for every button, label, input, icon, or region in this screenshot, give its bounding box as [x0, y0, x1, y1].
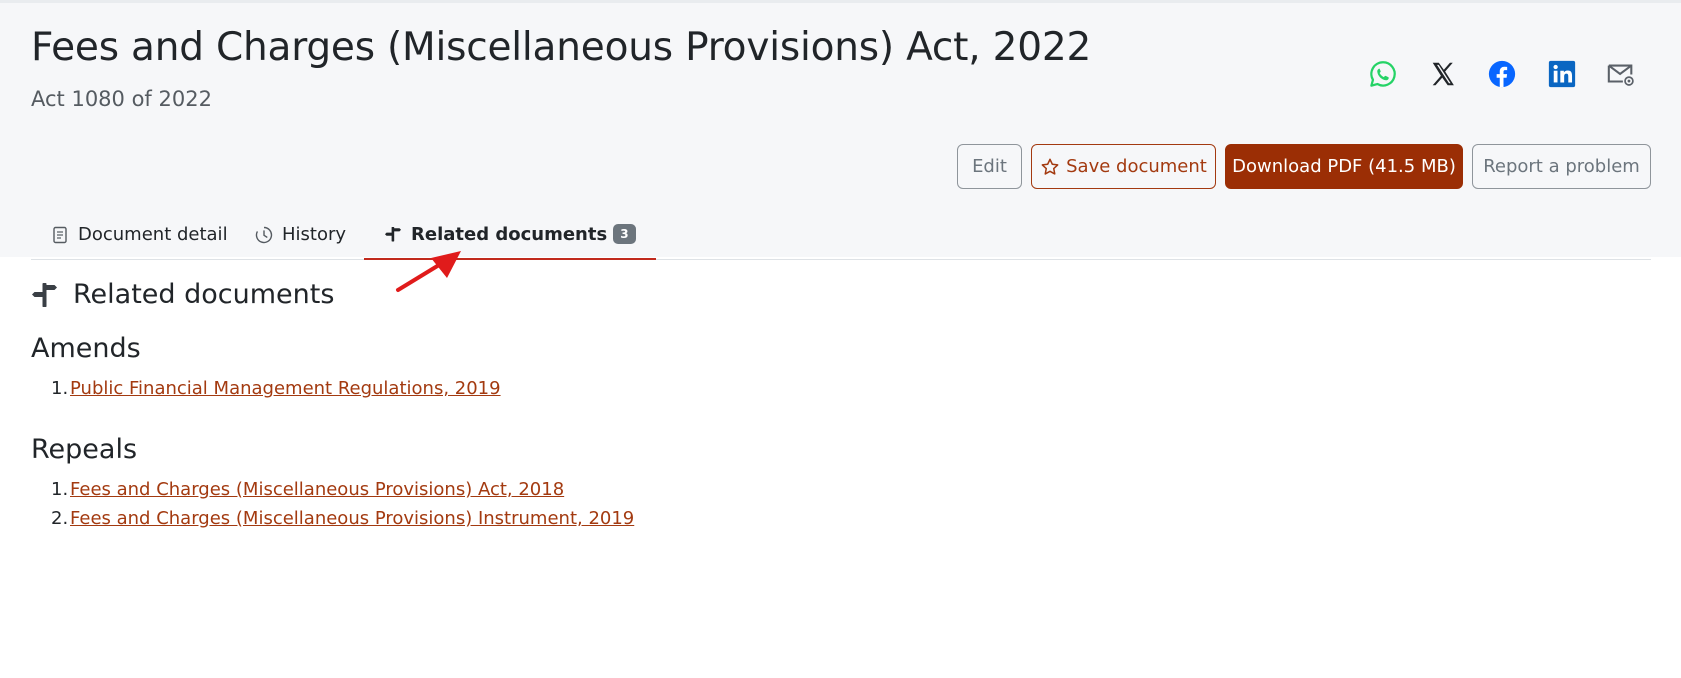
- amends-list: 1. Public Financial Management Regulatio…: [51, 374, 501, 403]
- facebook-icon: [1488, 60, 1516, 88]
- list-item: 1. Public Financial Management Regulatio…: [51, 374, 501, 403]
- list-item-number: 2.: [51, 508, 69, 529]
- signpost-icon: [32, 282, 57, 307]
- linkedin-icon: [1548, 60, 1576, 88]
- report-problem-button[interactable]: Report a problem: [1472, 144, 1651, 189]
- save-document-label: Save document: [1066, 156, 1207, 177]
- annotation-arrow: [396, 251, 461, 292]
- page-title: Fees and Charges (Miscellaneous Provisio…: [31, 25, 1092, 70]
- email-icon: [1607, 64, 1634, 86]
- document-header: Fees and Charges (Miscellaneous Provisio…: [0, 3, 1681, 260]
- repeals-list: 1. Fees and Charges (Miscellaneous Provi…: [51, 475, 634, 533]
- list-item: 1. Fees and Charges (Miscellaneous Provi…: [51, 475, 634, 504]
- tab-history-label: History: [282, 224, 347, 245]
- edit-button[interactable]: Edit: [957, 144, 1022, 189]
- clock-icon: [255, 226, 273, 243]
- star-icon: [1041, 158, 1059, 175]
- amended-document-link[interactable]: Public Financial Management Regulations,…: [70, 374, 501, 403]
- list-item-number: 1.: [51, 378, 69, 399]
- whatsapp-share-button[interactable]: [1367, 58, 1399, 90]
- document-tabs: Document detail History Related document…: [31, 210, 1651, 260]
- tab-history[interactable]: History: [255, 210, 346, 259]
- linkedin-share-button[interactable]: [1546, 58, 1578, 90]
- tab-related-documents-label: Related documents: [411, 223, 608, 245]
- download-pdf-button[interactable]: Download PDF (41.5 MB): [1225, 144, 1463, 189]
- repealed-document-link[interactable]: Fees and Charges (Miscellaneous Provisio…: [70, 504, 634, 533]
- amends-heading: Amends: [31, 333, 141, 364]
- save-document-button[interactable]: Save document: [1031, 144, 1216, 189]
- tab-document-detail-label: Document detail: [78, 224, 228, 245]
- document-icon: [53, 226, 67, 243]
- repeals-heading: Repeals: [31, 434, 138, 465]
- related-documents-section-header: Related documents: [31, 279, 334, 310]
- facebook-share-button[interactable]: [1486, 58, 1518, 90]
- list-item: 2. Fees and Charges (Miscellaneous Provi…: [51, 504, 634, 533]
- page-subtitle: Act 1080 of 2022: [31, 87, 212, 111]
- related-count-badge: 3: [613, 224, 636, 244]
- whatsapp-icon: [1370, 61, 1396, 87]
- related-documents-heading: Related documents: [73, 279, 335, 310]
- signpost-icon: [385, 227, 401, 242]
- email-share-button[interactable]: [1605, 58, 1637, 90]
- list-item-number: 1.: [51, 479, 69, 500]
- repealed-document-link[interactable]: Fees and Charges (Miscellaneous Provisio…: [70, 475, 564, 504]
- tab-document-detail[interactable]: Document detail: [51, 210, 228, 259]
- x-share-button[interactable]: [1427, 58, 1459, 90]
- x-twitter-icon: [1432, 62, 1454, 86]
